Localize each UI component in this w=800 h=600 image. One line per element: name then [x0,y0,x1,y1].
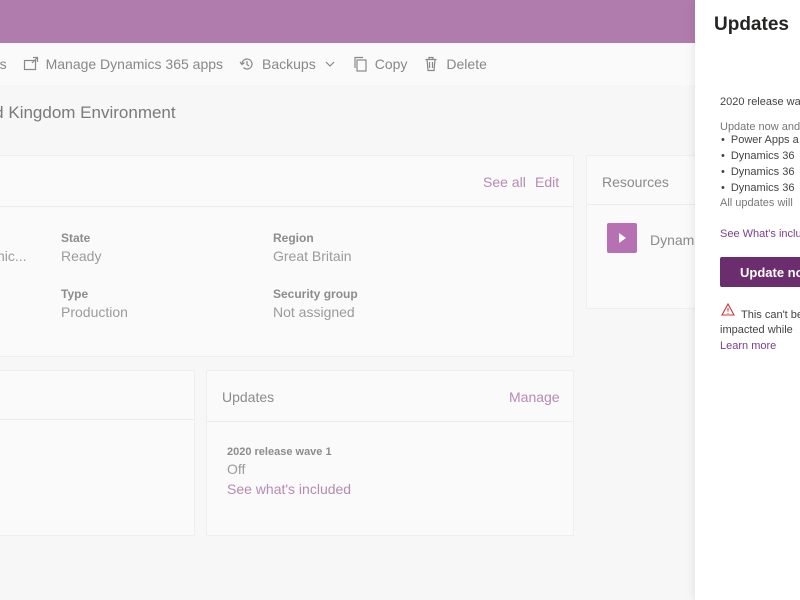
release-wave-state: Off [227,461,246,477]
updates-card-title: Updates [222,389,275,405]
manage-apps-icon [23,56,38,71]
state-value: Ready [61,248,102,264]
environment-details-card: See all Edit nic... State Ready Region G… [0,155,574,357]
lower-left-card [0,370,195,536]
settings-command-label: ngs [0,56,7,72]
region-label: Region [273,231,314,245]
command-bar: ngs Manage Dynamics 365 apps Backups Cop… [0,43,800,85]
updates-card: Updates Manage 2020 release wave 1 Off S… [206,370,574,536]
card-divider [207,421,573,422]
type-value: Production [61,304,128,320]
update-now-button[interactable]: Update no [720,257,800,287]
play-icon [619,233,626,243]
warning-text-line1: This can't be [741,309,800,321]
copy-label: Copy [374,56,408,72]
release-wave-label: 2020 release wave 1 [227,446,332,458]
delete-label: Delete [446,56,487,72]
warning-text-line2: impacted while [720,324,793,336]
resource-item-label[interactable]: Dynami [650,232,697,248]
card-divider [0,419,194,420]
panel-see-included-link[interactable]: See What's inclu [720,228,800,240]
card-divider [0,206,573,207]
chevron-down-icon [325,61,335,67]
manage-link[interactable]: Manage [509,389,560,405]
edit-link[interactable]: Edit [535,174,559,190]
settings-command[interactable]: ngs [0,56,7,72]
panel-intro-text: Update now and [720,121,800,133]
trash-icon [425,56,437,72]
release-wave-heading: 2020 release wa [720,96,800,108]
updates-panel-title: Updates [714,14,789,35]
update-items-list: Power Apps a Dynamics 36 Dynamics 36 Dyn… [721,134,799,198]
resources-title: Resources [602,174,669,190]
copy-icon [354,56,367,72]
backups-label: Backups [262,56,316,72]
truncated-value: nic... [0,248,27,264]
delete-command[interactable]: Delete [423,56,487,72]
state-label: State [61,231,91,245]
warning-icon [721,303,735,316]
security-group-label: Security group [273,287,358,301]
panel-note-text: All updates will [720,197,793,209]
top-header-bar [0,0,800,43]
type-label: Type [61,287,89,301]
manage-dynamics-apps-label: Manage Dynamics 365 apps [45,56,224,72]
updates-panel: Updates 2020 release wa Update now and P… [695,0,800,600]
security-group-value: Not assigned [273,304,355,320]
learn-more-link[interactable]: Learn more [720,340,776,352]
list-item: Dynamics 36 [721,150,799,166]
dynamics-app-icon [607,223,637,253]
list-item: Dynamics 36 [721,182,799,198]
backups-icon [239,58,253,70]
manage-dynamics-apps-command[interactable]: Manage Dynamics 365 apps [23,56,223,72]
see-whats-included-link[interactable]: See what's included [227,481,351,497]
copy-command[interactable]: Copy [352,56,408,72]
list-item: Dynamics 36 [721,166,799,182]
backups-command[interactable]: Backups [239,56,336,72]
see-all-link[interactable]: See all [483,174,526,190]
page-title: ted Kingdom Environment [0,103,176,122]
list-item: Power Apps a [721,134,799,150]
region-value: Great Britain [273,248,352,264]
